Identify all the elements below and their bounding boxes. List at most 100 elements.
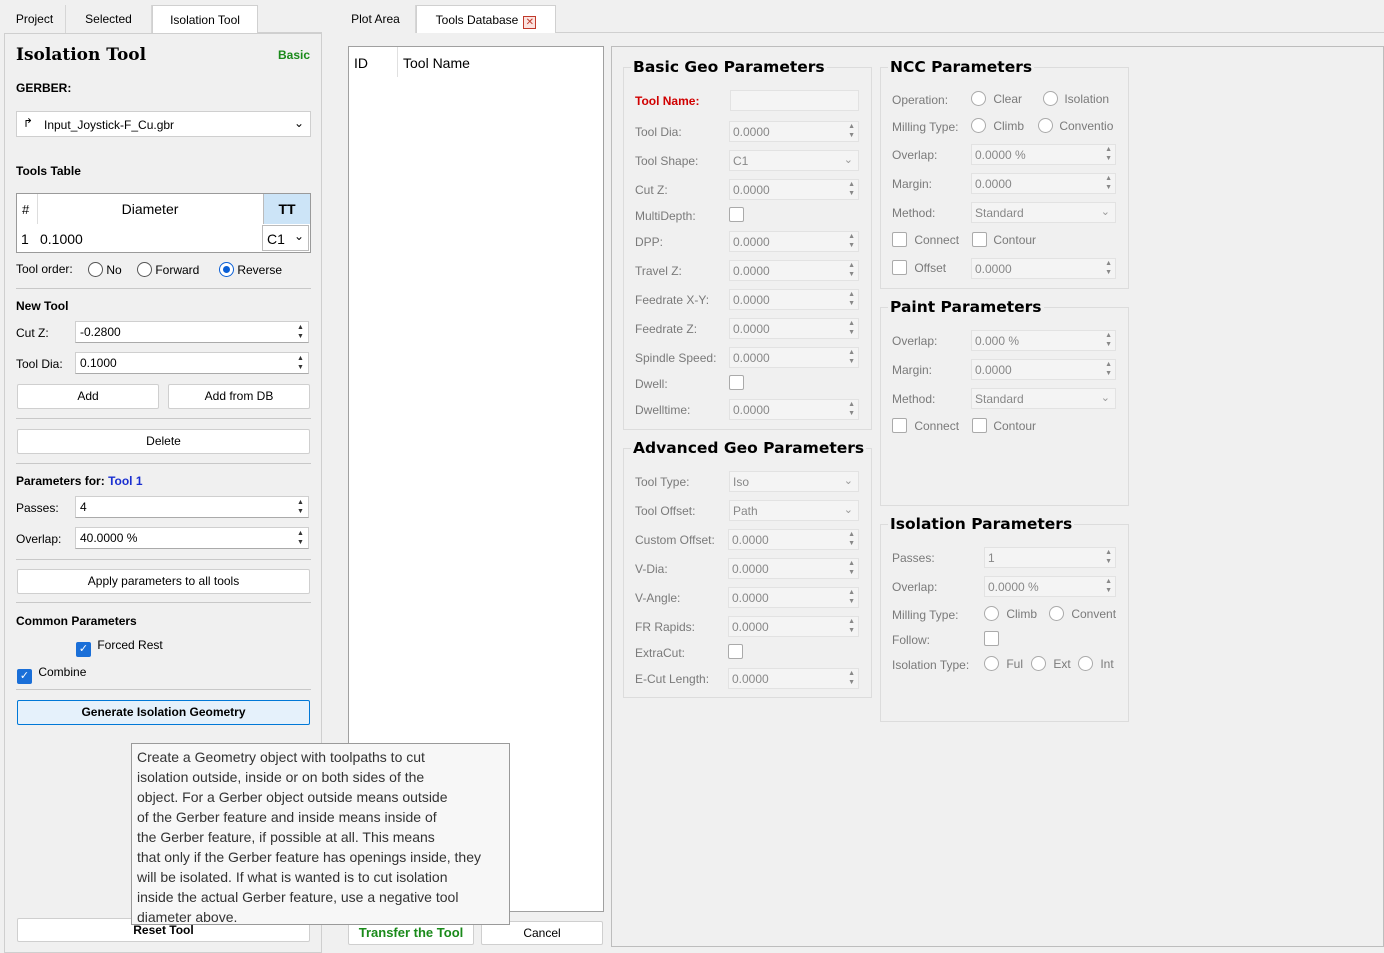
radio-icon[interactable] (971, 118, 986, 133)
mode-label[interactable]: Basic (278, 48, 310, 62)
dwelltime-input[interactable]: 0.0000 ▲ ▼ (729, 399, 859, 420)
ncc-offset-checkbox[interactable]: Offset (892, 260, 946, 275)
tool-name-input[interactable] (730, 90, 859, 111)
dwell-checkbox[interactable] (729, 375, 744, 390)
spin-arrows-icon[interactable]: ▲ ▼ (1105, 548, 1112, 566)
spin-arrows-icon[interactable]: ▲ ▼ (848, 122, 855, 140)
spin-arrows-icon[interactable]: ▲ ▼ (295, 529, 306, 547)
radio-icon[interactable] (984, 606, 999, 621)
vangle-input[interactable]: 0.0000 ▲ ▼ (728, 587, 859, 608)
tab-project[interactable]: Project (4, 5, 66, 33)
check-icon[interactable]: ✓ (17, 669, 32, 684)
ncc-offset-input[interactable]: 0.0000 ▲ ▼ (971, 258, 1116, 279)
tool-order-forward[interactable]: Forward (137, 262, 199, 277)
ncc-overlap-input[interactable]: 0.0000 % ▲ ▼ (971, 144, 1116, 165)
add-from-db-button[interactable]: Add from DB (168, 384, 310, 409)
radio-icon[interactable] (1043, 91, 1058, 106)
spin-arrows-icon[interactable]: ▲ ▼ (848, 261, 855, 279)
check-icon[interactable]: ✓ (76, 642, 91, 657)
spin-arrows-icon[interactable]: ▲ ▼ (848, 617, 855, 635)
check-icon[interactable] (892, 260, 907, 275)
tab-isolation-tool[interactable]: Isolation Tool (152, 5, 258, 33)
apply-all-button[interactable]: Apply parameters to all tools (17, 569, 310, 594)
cut-z-db-input[interactable]: 0.0000 ▲ ▼ (729, 179, 859, 200)
generate-isolation-button[interactable]: Generate Isolation Geometry (17, 700, 310, 725)
row-tt-select[interactable]: C1 ⌄ (262, 225, 309, 251)
spin-arrows-icon[interactable]: ▲ ▼ (848, 588, 855, 606)
row-diameter[interactable]: 0.1000 (40, 231, 83, 247)
spin-arrows-icon[interactable]: ▲ ▼ (1105, 259, 1112, 277)
forced-rest-checkbox[interactable]: ✓ Forced Rest (76, 638, 163, 657)
spindle-input[interactable]: 0.0000 ▲ ▼ (729, 347, 859, 368)
extracut-checkbox[interactable] (728, 644, 743, 659)
spin-arrows-icon[interactable]: ▲ ▼ (295, 498, 306, 516)
tool-dia-db-input[interactable]: 0.0000 ▲ ▼ (729, 121, 859, 142)
spin-arrows-icon[interactable]: ▲ ▼ (848, 348, 855, 366)
table-row[interactable]: 1 0.1000 C1 ⌄ (17, 225, 310, 252)
tool-shape-select[interactable]: C1 ⌄ (729, 150, 859, 171)
ncc-op-isolation[interactable]: Isolation (1043, 91, 1109, 106)
ncc-op-clear[interactable]: Clear (971, 91, 1022, 106)
spin-arrows-icon[interactable]: ▲ ▼ (1105, 145, 1112, 163)
spin-arrows-icon[interactable]: ▲ ▼ (848, 232, 855, 250)
spin-arrows-icon[interactable]: ▲ ▼ (848, 559, 855, 577)
spin-arrows-icon[interactable]: ▲ ▼ (1105, 360, 1112, 378)
paint-contour-checkbox[interactable]: Contour (972, 418, 1036, 433)
spin-arrows-icon[interactable]: ▲ ▼ (1105, 174, 1112, 192)
tool-order-reverse[interactable]: Reverse (219, 262, 282, 277)
passes-input[interactable]: 4 ▲ ▼ (75, 496, 309, 518)
tool-offset-select[interactable]: Path ⌄ (729, 500, 859, 521)
paint-overlap-input[interactable]: 0.000 % ▲ ▼ (971, 330, 1116, 351)
dpp-input[interactable]: 0.0000 ▲ ▼ (729, 231, 859, 252)
vdia-input[interactable]: 0.0000 ▲ ▼ (728, 558, 859, 579)
iso-overlap-input[interactable]: 0.0000 % ▲ ▼ (984, 576, 1116, 597)
fr-rapids-input[interactable]: 0.0000 ▲ ▼ (728, 616, 859, 637)
radio-selected-icon[interactable] (219, 262, 234, 277)
radio-icon[interactable] (984, 656, 999, 671)
ncc-method-select[interactable]: Standard ⌄ (971, 202, 1116, 223)
multidepth-checkbox[interactable] (729, 207, 744, 222)
radio-icon[interactable] (1038, 118, 1053, 133)
check-icon[interactable] (892, 418, 907, 433)
ncc-margin-input[interactable]: 0.0000 ▲ ▼ (971, 173, 1116, 194)
iso-mill-conventional[interactable]: Convent (1049, 606, 1116, 621)
spin-arrows-icon[interactable]: ▲ ▼ (848, 530, 855, 548)
gerber-select[interactable]: ↱ Input_Joystick-F_Cu.gbr ⌄ (16, 111, 311, 137)
feed-z-input[interactable]: 0.0000 ▲ ▼ (729, 318, 859, 339)
radio-icon[interactable] (1078, 656, 1093, 671)
radio-icon[interactable] (137, 262, 152, 277)
spin-arrows-icon[interactable]: ▲ ▼ (848, 180, 855, 198)
travel-z-input[interactable]: 0.0000 ▲ ▼ (729, 260, 859, 281)
radio-icon[interactable] (1049, 606, 1064, 621)
spin-arrows-icon[interactable]: ▲ ▼ (848, 400, 855, 418)
tool-dia-input[interactable]: 0.1000 ▲ ▼ (75, 352, 309, 374)
spin-arrows-icon[interactable]: ▲ ▼ (1105, 577, 1112, 595)
combine-checkbox[interactable]: ✓ Combine (17, 665, 86, 684)
tab-selected[interactable]: Selected (66, 5, 152, 33)
iso-passes-input[interactable]: 1 ▲ ▼ (984, 547, 1116, 568)
feed-xy-input[interactable]: 0.0000 ▲ ▼ (729, 289, 859, 310)
iso-follow-checkbox[interactable] (984, 631, 999, 646)
overlap-input[interactable]: 40.0000 % ▲ ▼ (75, 527, 309, 549)
ncc-mill-climb[interactable]: Climb (971, 118, 1024, 133)
tab-plot-area[interactable]: Plot Area (336, 5, 416, 33)
delete-button[interactable]: Delete (17, 429, 310, 454)
add-button[interactable]: Add (17, 384, 159, 409)
spin-arrows-icon[interactable]: ▲ ▼ (848, 290, 855, 308)
ecut-length-input[interactable]: 0.0000 ▲ ▼ (728, 668, 859, 689)
iso-mill-climb[interactable]: Climb (984, 606, 1037, 621)
ncc-mill-conventional[interactable]: Conventio (1038, 118, 1113, 133)
radio-icon[interactable] (971, 91, 986, 106)
iso-type-full[interactable]: Ful (984, 656, 1023, 671)
custom-offset-input[interactable]: 0.0000 ▲ ▼ (728, 529, 859, 550)
check-icon[interactable] (972, 232, 987, 247)
spin-arrows-icon[interactable]: ▲ ▼ (295, 323, 306, 341)
check-icon[interactable] (892, 232, 907, 247)
radio-icon[interactable] (88, 262, 103, 277)
paint-method-select[interactable]: Standard ⌄ (971, 388, 1116, 409)
spin-arrows-icon[interactable]: ▲ ▼ (848, 669, 855, 687)
ncc-contour-checkbox[interactable]: Contour (972, 232, 1036, 247)
iso-type-ext[interactable]: Ext (1031, 656, 1071, 671)
spin-arrows-icon[interactable]: ▲ ▼ (1105, 331, 1112, 349)
tool-type-select[interactable]: Iso ⌄ (729, 471, 859, 492)
